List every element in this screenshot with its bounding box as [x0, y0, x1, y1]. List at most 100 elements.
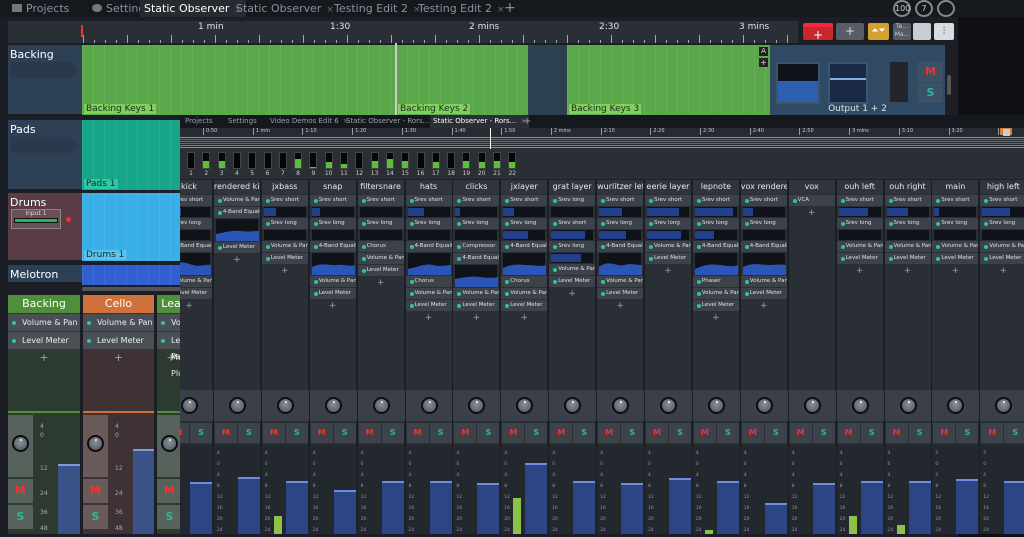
- mute-button[interactable]: M: [646, 423, 668, 443]
- plugin-slot[interactable]: 4-Band Equaliser: [692, 241, 739, 252]
- plugin-slot[interactable]: Srev long: [645, 218, 691, 229]
- pan-knob[interactable]: [324, 397, 342, 414]
- add-plugin-button[interactable]: +: [759, 58, 768, 67]
- eq-curve[interactable]: [311, 253, 355, 275]
- send-level[interactable]: [311, 207, 354, 217]
- plugin-slot[interactable]: Volume & Pan Plugin: [180, 276, 212, 287]
- plugin-slot[interactable]: Srev short: [261, 195, 308, 206]
- clip[interactable]: Backing Keys 1: [82, 45, 396, 115]
- mute-button[interactable]: M: [310, 423, 333, 443]
- plugin-slot[interactable]: Srev long: [740, 218, 787, 229]
- plugin-slot[interactable]: Srev short: [309, 195, 356, 206]
- vertical-scrollbar[interactable]: [947, 75, 951, 95]
- add-plugin-button[interactable]: +: [262, 266, 308, 276]
- output-mute-button[interactable]: M: [918, 62, 943, 82]
- new-tab-button[interactable]: +: [500, 0, 520, 17]
- solo-button[interactable]: S: [573, 423, 596, 443]
- fader-level[interactable]: [429, 480, 452, 534]
- send-level[interactable]: [311, 230, 354, 240]
- playhead-line[interactable]: [395, 43, 397, 115]
- plugin-slot[interactable]: Srev long: [692, 218, 739, 229]
- add-plugin-button[interactable]: +: [789, 208, 835, 218]
- record-arm-button[interactable]: [66, 217, 71, 222]
- solo-button[interactable]: S: [860, 423, 883, 443]
- solo-button[interactable]: S: [525, 423, 548, 443]
- mixer-icon[interactable]: ⫶: [934, 23, 954, 40]
- mute-button[interactable]: M: [502, 423, 525, 443]
- mute-button[interactable]: M: [885, 423, 908, 443]
- mute-button[interactable]: M: [8, 479, 33, 503]
- strip-name[interactable]: clicks: [453, 180, 500, 194]
- plugin-slot[interactable]: Srev short: [645, 195, 691, 206]
- track-header-melotron[interactable]: Melotron: [8, 265, 82, 285]
- mute-button[interactable]: M: [83, 479, 108, 503]
- overview-playhead[interactable]: [490, 128, 491, 149]
- send-level[interactable]: [934, 207, 977, 217]
- fader-level[interactable]: [1004, 480, 1024, 534]
- send-level[interactable]: [359, 207, 402, 217]
- solo-button[interactable]: S: [956, 423, 979, 443]
- plugin-slot[interactable]: Volume & Pan Plugin: [549, 264, 596, 275]
- plugin-slot[interactable]: Level Meter: [597, 288, 644, 299]
- plugin-slot[interactable]: Srev long: [836, 218, 883, 229]
- strip-name[interactable]: jxlayer: [501, 180, 548, 194]
- clip[interactable]: Backing Keys 3: [567, 45, 770, 115]
- mute-button[interactable]: M: [981, 423, 1004, 443]
- pan-knob[interactable]: [12, 435, 29, 452]
- plugin-slot[interactable]: Srev long: [932, 218, 979, 229]
- plugin-slot[interactable]: Volume & Pan Plugin: [453, 288, 500, 299]
- strip-name[interactable]: filtersnare: [357, 180, 404, 194]
- pan-knob[interactable]: [516, 397, 534, 414]
- eq-curve[interactable]: [742, 253, 786, 275]
- plugin-slot[interactable]: Srev long: [453, 218, 500, 229]
- window-menu-icon[interactable]: [1003, 129, 1010, 136]
- tab-5[interactable]: Testing Edit 2 ×: [414, 0, 509, 17]
- fader-level[interactable]: [764, 502, 787, 534]
- plugin-slot[interactable]: Compressor: [453, 241, 500, 252]
- strip-name[interactable]: eerie layer: [645, 180, 691, 194]
- add-plugin-button[interactable]: +: [980, 266, 1024, 276]
- strip-name[interactable]: ouh right: [884, 180, 931, 194]
- add-plugin-button[interactable]: +: [597, 301, 643, 311]
- plugin-slot[interactable]: Level Meter: [932, 253, 979, 264]
- fader-level[interactable]: [237, 477, 260, 534]
- plugin-slot[interactable]: Volume & Pan Plugin: [884, 241, 931, 252]
- send-level[interactable]: [180, 207, 210, 217]
- solo-button[interactable]: S: [764, 423, 787, 443]
- plugin-slot[interactable]: Volume & Pan Plugin: [83, 314, 154, 344]
- fader-level[interactable]: [133, 449, 154, 534]
- plugin-slot[interactable]: Srev long: [884, 218, 931, 229]
- send-level[interactable]: [455, 207, 498, 217]
- mixer-tab-0[interactable]: Projects: [182, 115, 216, 128]
- plugin-slot[interactable]: Volume & Pan Plugin: [597, 276, 644, 287]
- plugin-slot[interactable]: Level Meter: [213, 242, 260, 253]
- send-level[interactable]: [263, 207, 306, 217]
- send-level[interactable]: [886, 207, 929, 217]
- send-level[interactable]: [982, 230, 1024, 240]
- solo-button[interactable]: S: [83, 505, 108, 529]
- solo-button[interactable]: S: [908, 423, 931, 443]
- add-plugin-button[interactable]: +: [453, 313, 499, 323]
- tab-2[interactable]: Static Observer ×: [140, 0, 246, 17]
- mute-button[interactable]: M: [837, 423, 860, 443]
- plugin-slot[interactable]: Volume & Pan Plugin: [501, 288, 548, 299]
- eq-curve[interactable]: [694, 253, 738, 275]
- add-plugin-button[interactable]: +: [310, 301, 356, 311]
- plugin-slot[interactable]: 4-Band Equaliser: [180, 241, 212, 252]
- plugin-slot[interactable]: Chorus: [405, 276, 452, 287]
- pan-knob[interactable]: [755, 397, 773, 414]
- plugin-slot[interactable]: Level Meter: [980, 253, 1024, 264]
- timeline-overview[interactable]: 0:50 1 min 1:10 1:20 1:30 1:40 1:50 2 mins 2:10 2…: [180, 128, 1024, 149]
- send-level[interactable]: [934, 230, 977, 240]
- automation-a-button[interactable]: A: [759, 47, 768, 56]
- send-level[interactable]: [599, 230, 642, 240]
- send-level[interactable]: [838, 230, 881, 240]
- send-level[interactable]: [742, 230, 785, 240]
- pan-knob[interactable]: [995, 397, 1013, 414]
- mute-button[interactable]: M: [693, 423, 716, 443]
- plugin-slot[interactable]: Volume & Pan Plugin: [261, 241, 308, 252]
- plugin-slot[interactable]: 4-Band Equaliser: [597, 241, 644, 252]
- solo-button[interactable]: S: [429, 423, 452, 443]
- pan-knob[interactable]: [947, 397, 965, 414]
- strip-name[interactable]: hats: [405, 180, 452, 194]
